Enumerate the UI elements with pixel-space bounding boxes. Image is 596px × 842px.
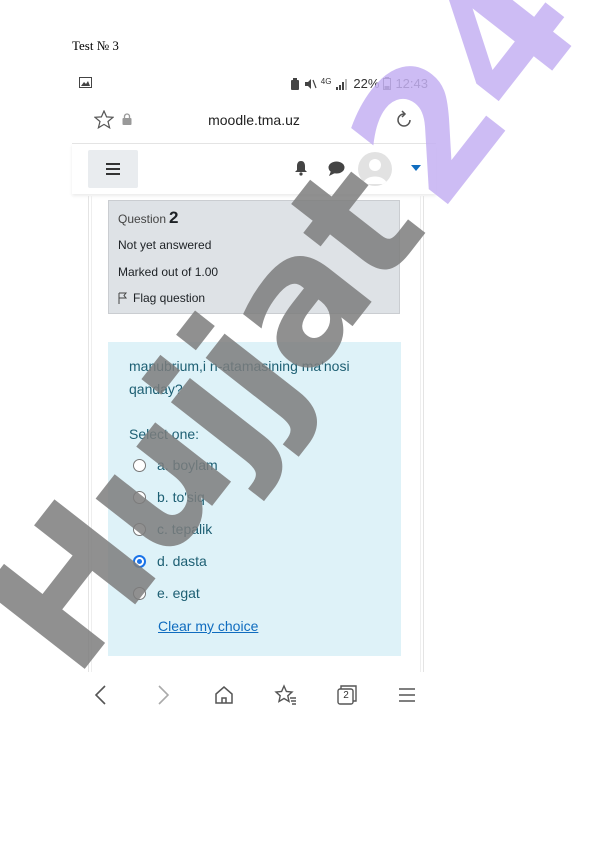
question-grade: Marked out of 1.00 <box>118 265 219 279</box>
home-icon[interactable] <box>214 684 234 706</box>
mute-icon <box>304 78 317 89</box>
answer-option-c[interactable]: c. tepalik <box>133 513 218 545</box>
avatar[interactable] <box>358 152 392 186</box>
browser-url-bar[interactable]: moodle.tma.uz <box>72 100 436 142</box>
bookmarks-icon[interactable] <box>274 684 298 706</box>
tabs-button[interactable]: 2 <box>336 684 358 711</box>
image-icon <box>79 77 92 88</box>
radio-d[interactable] <box>133 554 146 568</box>
answer-option-b[interactable]: b. to'siq <box>133 481 218 513</box>
question-number: Question 2 <box>118 208 179 227</box>
radio-c[interactable] <box>133 522 146 536</box>
menu-button[interactable] <box>88 150 138 188</box>
flag-icon <box>118 292 128 304</box>
url-text[interactable]: moodle.tma.uz <box>72 112 436 128</box>
answer-list: a. boylam b. to'siq c. tepalik d. dasta … <box>133 449 218 609</box>
select-prompt: Select one: <box>129 426 200 442</box>
clear-choice-link[interactable]: Clear my choice <box>158 618 258 634</box>
signal-icon <box>336 78 348 90</box>
radio-e[interactable] <box>133 586 146 600</box>
more-menu-icon[interactable] <box>398 684 416 706</box>
answer-option-e[interactable]: e. egat <box>133 577 218 609</box>
radio-a[interactable] <box>133 458 146 472</box>
clock: 12:43 <box>395 76 428 91</box>
battery-percent: 22% <box>353 76 380 91</box>
document-title: Test № 3 <box>72 38 119 53</box>
status-bar: 4G 22% 12:43 <box>72 74 436 96</box>
bell-icon[interactable] <box>294 160 308 176</box>
answer-option-d[interactable]: d. dasta <box>133 545 218 577</box>
tabs-count: 2 <box>343 690 349 701</box>
battery-saver-icon <box>290 77 299 90</box>
network-type: 4G <box>320 76 332 86</box>
answer-label-e[interactable]: e. egat <box>157 585 200 601</box>
back-icon[interactable] <box>92 684 108 706</box>
answer-label-a[interactable]: a. boylam <box>157 457 218 473</box>
question-state: Not yet answered <box>118 238 212 252</box>
radio-b[interactable] <box>133 490 146 504</box>
menu-icon <box>106 163 120 165</box>
answer-option-a[interactable]: a. boylam <box>133 449 218 481</box>
chat-icon[interactable] <box>328 161 345 176</box>
battery-icon <box>383 77 392 90</box>
caret-down-icon[interactable] <box>411 165 421 171</box>
moodle-navbar <box>72 144 436 194</box>
answer-label-b[interactable]: b. to'siq <box>157 489 205 505</box>
forward-icon[interactable] <box>156 684 172 706</box>
browser-bottom-nav: 2 <box>72 672 436 720</box>
flag-question-link[interactable]: Flag question <box>118 291 205 305</box>
question-info: Question 2 Not yet answered Marked out of… <box>108 200 400 314</box>
answer-label-d[interactable]: d. dasta <box>157 553 207 569</box>
question-text: manubrium,i n-atamasining ma'nosi qanday… <box>129 358 350 397</box>
reload-icon[interactable] <box>394 110 414 130</box>
question-formulation: manubrium,i n-atamasining ma'nosi qanday… <box>108 342 401 656</box>
answer-label-c[interactable]: c. tepalik <box>157 521 212 537</box>
